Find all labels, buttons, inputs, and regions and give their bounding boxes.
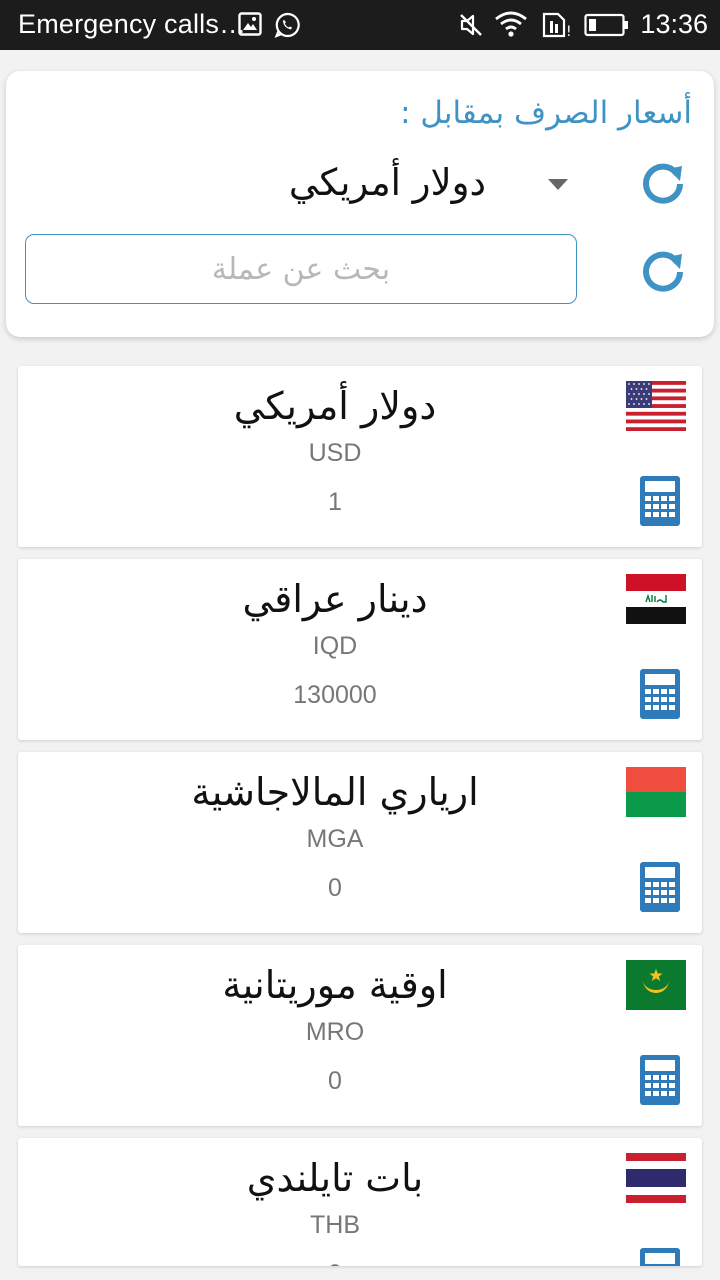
iraq-flag-icon bbox=[626, 574, 686, 624]
whatsapp-icon bbox=[274, 12, 300, 42]
exchange-rate-header: أسعار الصرف بمقابل : دولار أمريكي bbox=[6, 71, 714, 337]
currency-code: MRO bbox=[305, 1018, 365, 1046]
refresh-search-button[interactable] bbox=[638, 245, 688, 295]
currency-name: بات تايلندي bbox=[246, 1156, 424, 1200]
calculator-button[interactable] bbox=[640, 1055, 680, 1105]
refresh-rates-button[interactable] bbox=[638, 157, 688, 207]
sim-card-icon: ! bbox=[542, 12, 572, 42]
exchange-rate-title: أسعار الصرف بمقابل : bbox=[400, 95, 692, 131]
currency-card-usd[interactable]: دولار أمريكي USD 1 bbox=[18, 366, 702, 547]
currency-rate: 1 bbox=[328, 488, 342, 516]
us-flag-icon bbox=[626, 381, 686, 431]
currency-code: IQD bbox=[312, 632, 358, 660]
currency-rate: 130000 bbox=[293, 681, 377, 709]
calculator-button[interactable] bbox=[640, 476, 680, 526]
calculator-icon bbox=[640, 862, 680, 912]
calculator-button[interactable] bbox=[640, 669, 680, 719]
currency-code: THB bbox=[310, 1211, 360, 1239]
mute-icon bbox=[458, 12, 484, 42]
status-carrier-text: Emergency calls… bbox=[18, 9, 247, 39]
currency-card-mro[interactable]: اوقية موريتانية MRO 0 bbox=[18, 945, 702, 1126]
thailand-flag-icon bbox=[626, 1153, 686, 1203]
status-bar: Emergency calls… ! 13:36 bbox=[0, 0, 720, 50]
calculator-icon bbox=[640, 669, 680, 719]
currency-search-box[interactable] bbox=[25, 234, 577, 304]
status-time: 13:36 bbox=[640, 9, 708, 39]
currency-search-input[interactable] bbox=[26, 235, 576, 303]
calculator-icon bbox=[640, 1248, 680, 1266]
mauritania-flag-icon bbox=[626, 960, 686, 1010]
currency-card-mga[interactable]: اریاري المالاجاشية MGA 0 bbox=[18, 752, 702, 933]
currency-card-iqd[interactable]: دينار عراقي IQD 130000 bbox=[18, 559, 702, 740]
currency-code: USD bbox=[308, 439, 362, 467]
base-currency-value: دولار أمريكي bbox=[288, 161, 486, 204]
base-currency-dropdown[interactable]: دولار أمريكي bbox=[256, 155, 606, 215]
currency-name: اوقية موريتانية bbox=[222, 963, 448, 1007]
battery-icon bbox=[584, 13, 630, 41]
currency-name: دولار أمريكي bbox=[233, 384, 437, 428]
wifi-icon bbox=[494, 10, 528, 42]
svg-text:!: ! bbox=[566, 24, 570, 38]
gallery-icon bbox=[238, 12, 262, 40]
currency-rate: 0 bbox=[18, 1260, 652, 1266]
refresh-icon bbox=[643, 251, 683, 292]
calculator-button[interactable] bbox=[640, 1248, 680, 1266]
refresh-icon bbox=[643, 163, 683, 204]
calculator-icon bbox=[640, 476, 680, 526]
calculator-button[interactable] bbox=[640, 862, 680, 912]
madagascar-flag-icon bbox=[626, 767, 686, 817]
calculator-icon bbox=[640, 1055, 680, 1105]
currency-rate: 0 bbox=[328, 874, 342, 902]
currency-code: MGA bbox=[306, 825, 364, 853]
currency-card-thb[interactable]: بات تايلندي THB 0 bbox=[18, 1138, 702, 1266]
currency-name: دينار عراقي bbox=[242, 577, 428, 621]
currency-name: اریاري المالاجاشية bbox=[191, 770, 479, 814]
currency-rate: 0 bbox=[328, 1067, 342, 1095]
dropdown-caret-icon bbox=[548, 179, 568, 190]
